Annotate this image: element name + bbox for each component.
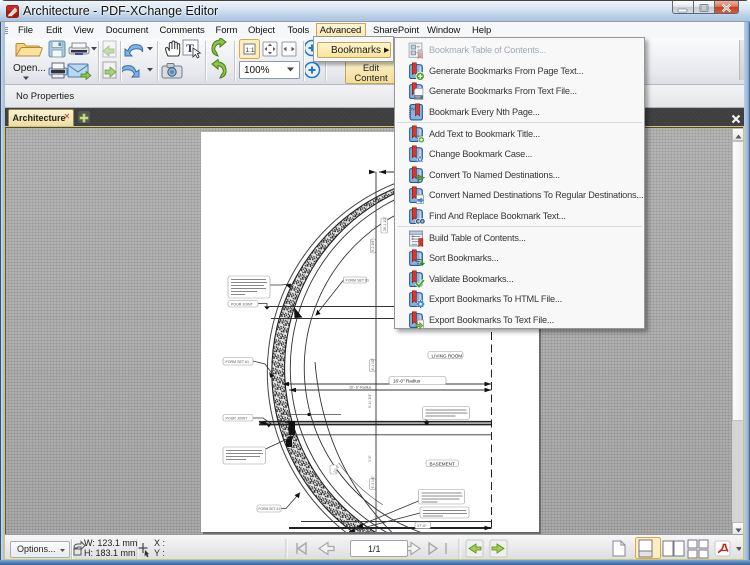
- svg-text:Open...: Open...: [13, 63, 46, 74]
- svg-text:8'-1 1/2": 8'-1 1/2": [371, 357, 375, 370]
- svg-text:16'- 6" Radius: 16'- 6" Radius: [349, 386, 372, 390]
- svg-text:POUR JOINT: POUR JOINT: [231, 303, 254, 307]
- svg-text:26'-1 1/2": 26'-1 1/2": [383, 216, 387, 231]
- svg-text:LIVING ROOM: LIVING ROOM: [432, 353, 463, 358]
- svg-text:1:1: 1:1: [246, 47, 255, 54]
- svg-text:3'-6": 3'-6": [368, 454, 372, 462]
- svg-text:100%: 100%: [244, 65, 270, 76]
- svg-text:FORM SET #1: FORM SET #1: [259, 507, 281, 511]
- svg-text:16'-0" Radius: 16'-0" Radius: [393, 379, 421, 384]
- svg-text:BASEMENT: BASEMENT: [430, 462, 455, 467]
- svg-text:9'-10 3/4": 9'-10 3/4": [368, 393, 372, 408]
- svg-text:A: A: [417, 154, 424, 163]
- svg-text:FORM SET #1: FORM SET #1: [226, 360, 250, 364]
- svg-text:9'-3 1/4": 9'-3 1/4": [371, 475, 375, 488]
- svg-text:TXT: TXT: [415, 95, 421, 99]
- svg-text:9'-2 3/4": 9'-2 3/4": [371, 239, 375, 252]
- svg-text:FORM SET #1: FORM SET #1: [346, 279, 370, 283]
- svg-text:17'-0": 17'-0": [417, 524, 427, 528]
- svg-text:POUR JOINT: POUR JOINT: [226, 417, 249, 421]
